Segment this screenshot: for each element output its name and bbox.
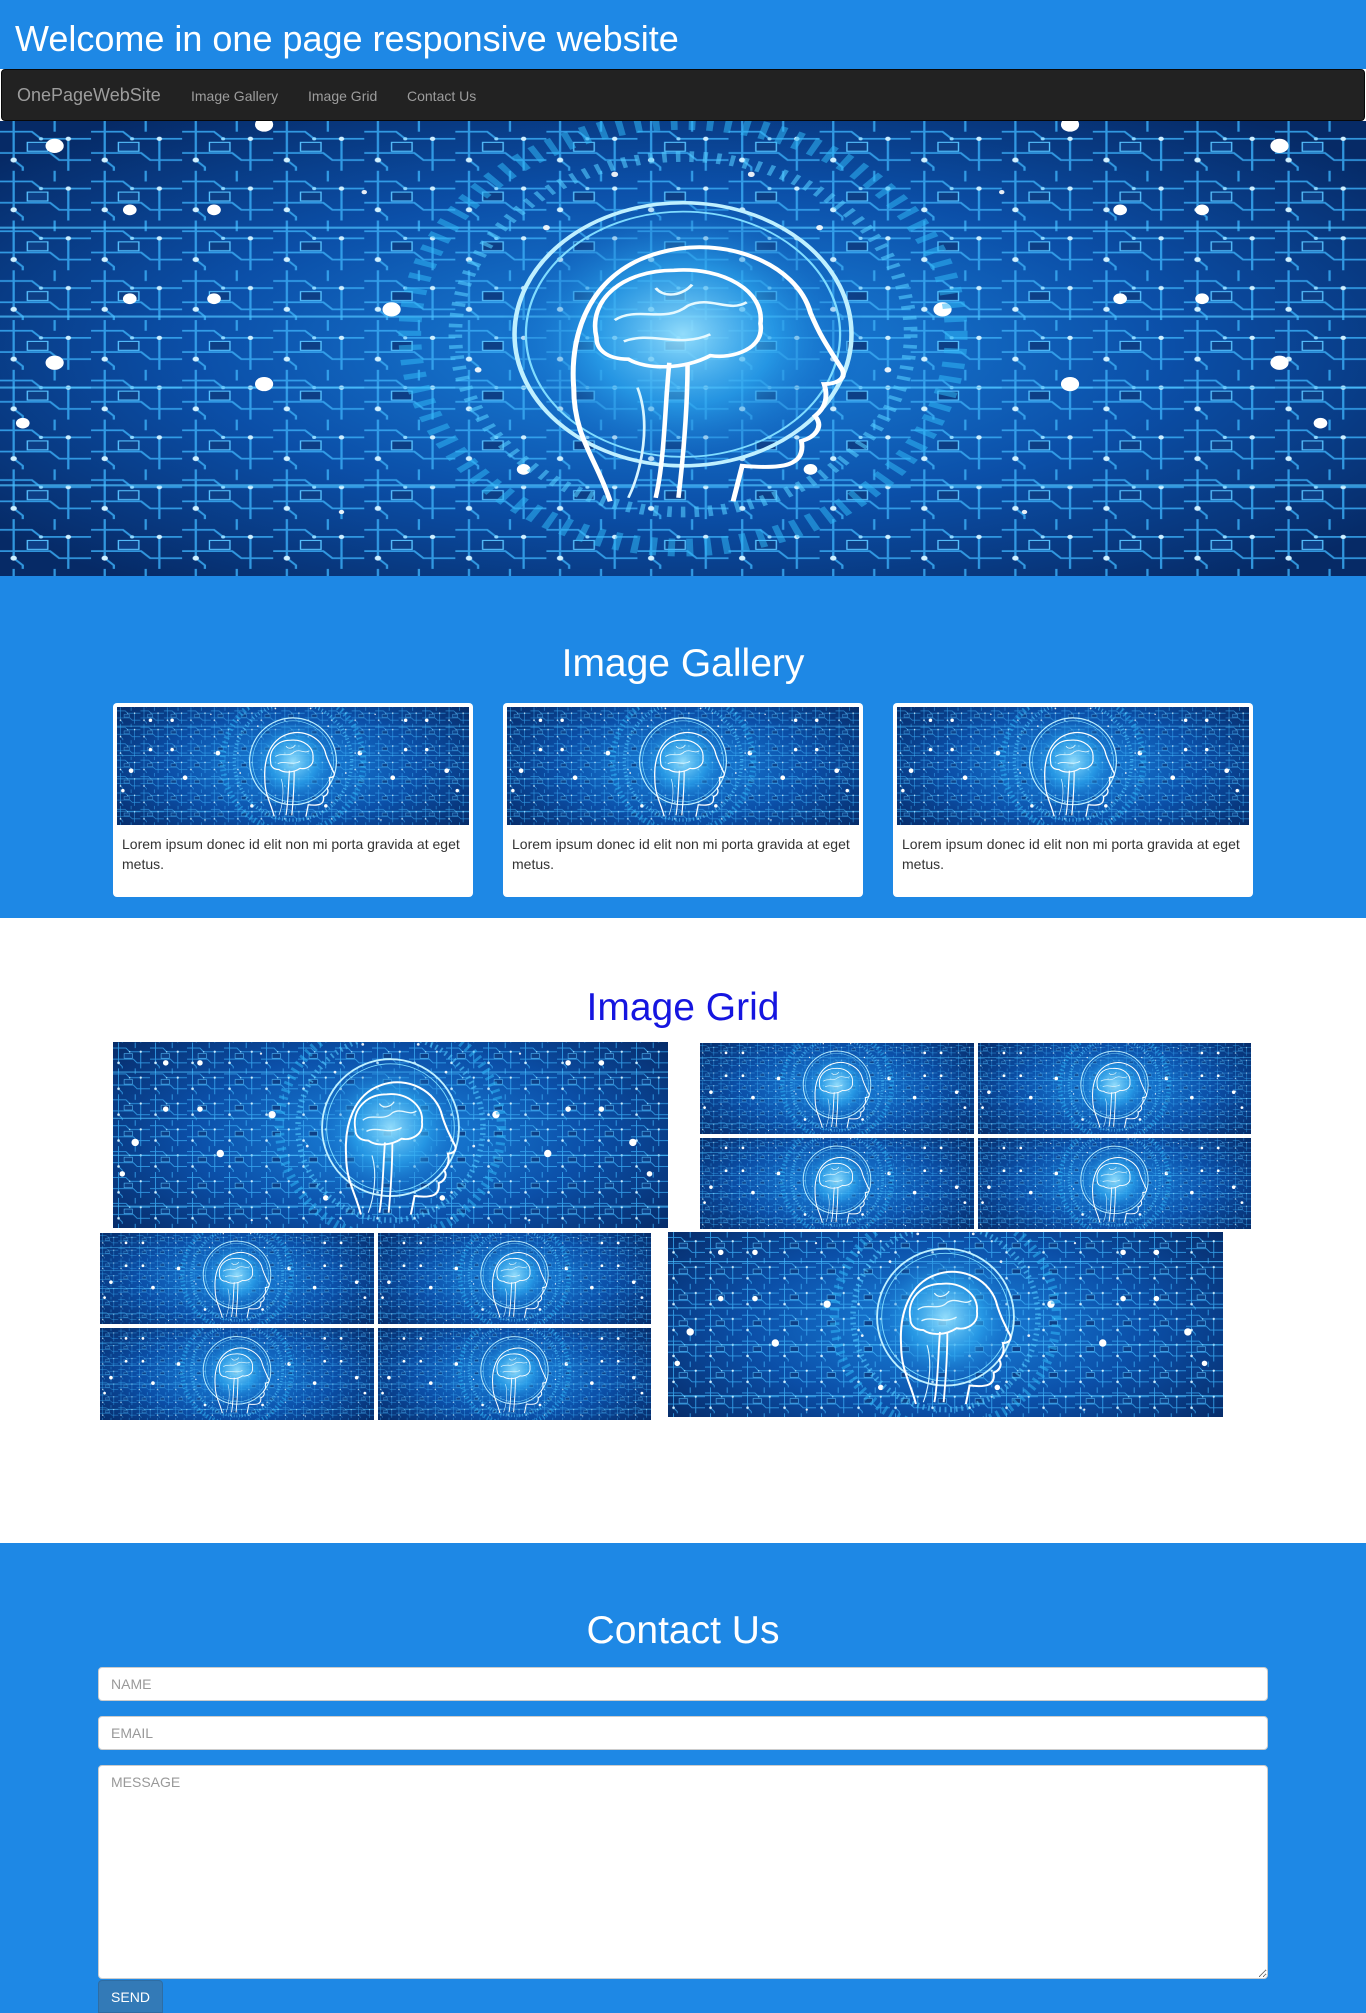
send-button[interactable]: SEND: [98, 1980, 163, 2013]
gallery-thumbnail[interactable]: [117, 707, 469, 825]
ai-brain-circuit-image: [100, 1233, 374, 1324]
image-gallery-section: Image Gallery Lorem ipsum donec id elit …: [0, 576, 1366, 918]
grid-image-small[interactable]: [978, 1043, 1251, 1134]
nav-link-contact-us[interactable]: Contact Us: [407, 87, 476, 105]
hero-image: [0, 121, 1366, 576]
grid-title: Image Grid: [586, 986, 780, 1029]
gallery-caption: Lorem ipsum donec id elit non mi porta g…: [512, 836, 850, 872]
navbar-brand[interactable]: OnePageWebSite: [17, 85, 161, 105]
grid-image-small[interactable]: [978, 1138, 1251, 1229]
ai-brain-circuit-image: [897, 707, 1249, 825]
nav-link-image-grid[interactable]: Image Grid: [308, 87, 377, 105]
grid-image-large[interactable]: [113, 1042, 668, 1228]
ai-brain-circuit-image: [700, 1043, 974, 1134]
grid-image-small[interactable]: [378, 1328, 651, 1420]
ai-brain-circuit-image: [507, 707, 859, 825]
grid-image-small[interactable]: [100, 1233, 374, 1324]
gallery-thumbnail[interactable]: [507, 707, 859, 825]
grid-image-large[interactable]: [668, 1232, 1223, 1417]
contact-title: Contact Us: [586, 1609, 780, 1652]
ai-brain-circuit-image: [668, 1232, 1223, 1417]
page-title: Welcome in one page responsive website: [15, 18, 679, 59]
contact-section: Contact Us SEND: [0, 1543, 1366, 2013]
name-input[interactable]: [98, 1667, 1268, 1701]
ai-brain-circuit-image: [700, 1138, 974, 1229]
gallery-caption: Lorem ipsum donec id elit non mi porta g…: [902, 836, 1240, 872]
gallery-caption: Lorem ipsum donec id elit non mi porta g…: [122, 836, 460, 872]
ai-brain-circuit-image: [0, 121, 1366, 576]
navbar: OnePageWebSite Image Gallery Image Grid …: [1, 69, 1365, 121]
ai-brain-circuit-image: [113, 1042, 668, 1228]
grid-image-small[interactable]: [700, 1043, 974, 1134]
gallery-thumbnail[interactable]: [897, 707, 1249, 825]
ai-brain-circuit-image: [978, 1138, 1251, 1229]
gallery-title: Image Gallery: [561, 642, 805, 685]
page-header: Welcome in one page responsive website: [0, 0, 1366, 69]
gallery-card: Lorem ipsum donec id elit non mi porta g…: [113, 703, 473, 897]
ai-brain-circuit-image: [100, 1328, 374, 1420]
grid-image-small[interactable]: [700, 1138, 974, 1229]
gallery-card: Lorem ipsum donec id elit non mi porta g…: [893, 703, 1253, 897]
image-grid-section: Image Grid: [0, 918, 1366, 1543]
nav-link-image-gallery[interactable]: Image Gallery: [191, 87, 278, 105]
ai-brain-circuit-image: [378, 1233, 651, 1324]
email-input[interactable]: [98, 1716, 1268, 1750]
ai-brain-circuit-image: [117, 707, 469, 825]
gallery-card: Lorem ipsum donec id elit non mi porta g…: [503, 703, 863, 897]
grid-image-small[interactable]: [100, 1328, 374, 1420]
message-textarea[interactable]: [98, 1765, 1268, 1979]
ai-brain-circuit-image: [378, 1328, 651, 1420]
grid-image-small[interactable]: [378, 1233, 651, 1324]
ai-brain-circuit-image: [978, 1043, 1251, 1134]
